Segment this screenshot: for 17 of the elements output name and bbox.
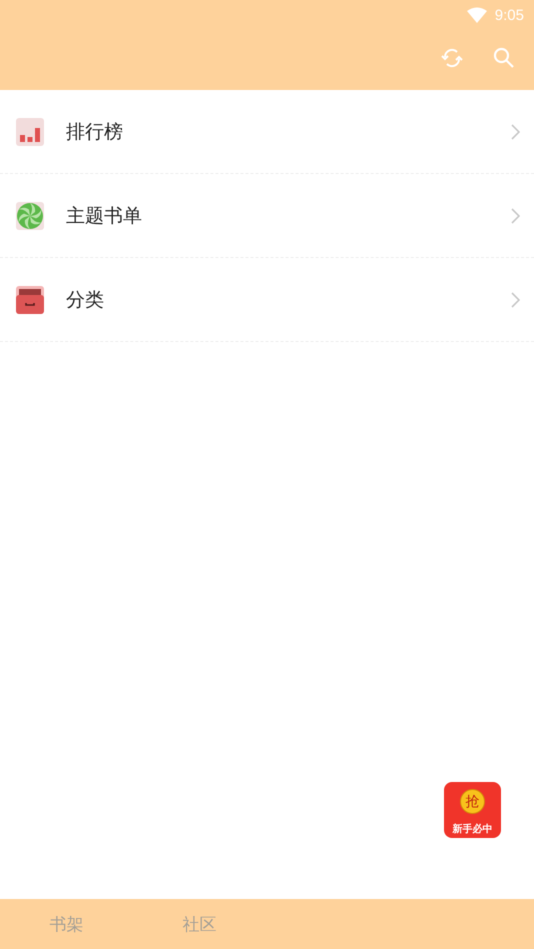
coin-badge: 抢	[460, 789, 485, 814]
chevron-icon	[511, 292, 520, 308]
chevron-icon	[511, 208, 520, 224]
drawer-icon	[16, 286, 44, 314]
wifi-icon	[466, 7, 487, 23]
gift-envelope-button[interactable]: 抢 新手必中	[444, 782, 501, 838]
clock-time: 9:05	[494, 6, 524, 24]
promo-label: 新手必中	[452, 822, 492, 836]
menu-item[interactable]: 排行榜	[0, 90, 534, 174]
menu-label: 主题书单	[66, 204, 143, 228]
menu-item[interactable]: 主题书单	[0, 174, 534, 258]
candy-icon	[16, 202, 44, 230]
bar-chart-icon	[16, 118, 44, 146]
menu-label: 排行榜	[66, 120, 124, 144]
chevron-icon	[511, 124, 520, 140]
menu-item[interactable]: 分类	[0, 258, 534, 342]
menu-label: 分类	[66, 288, 105, 312]
